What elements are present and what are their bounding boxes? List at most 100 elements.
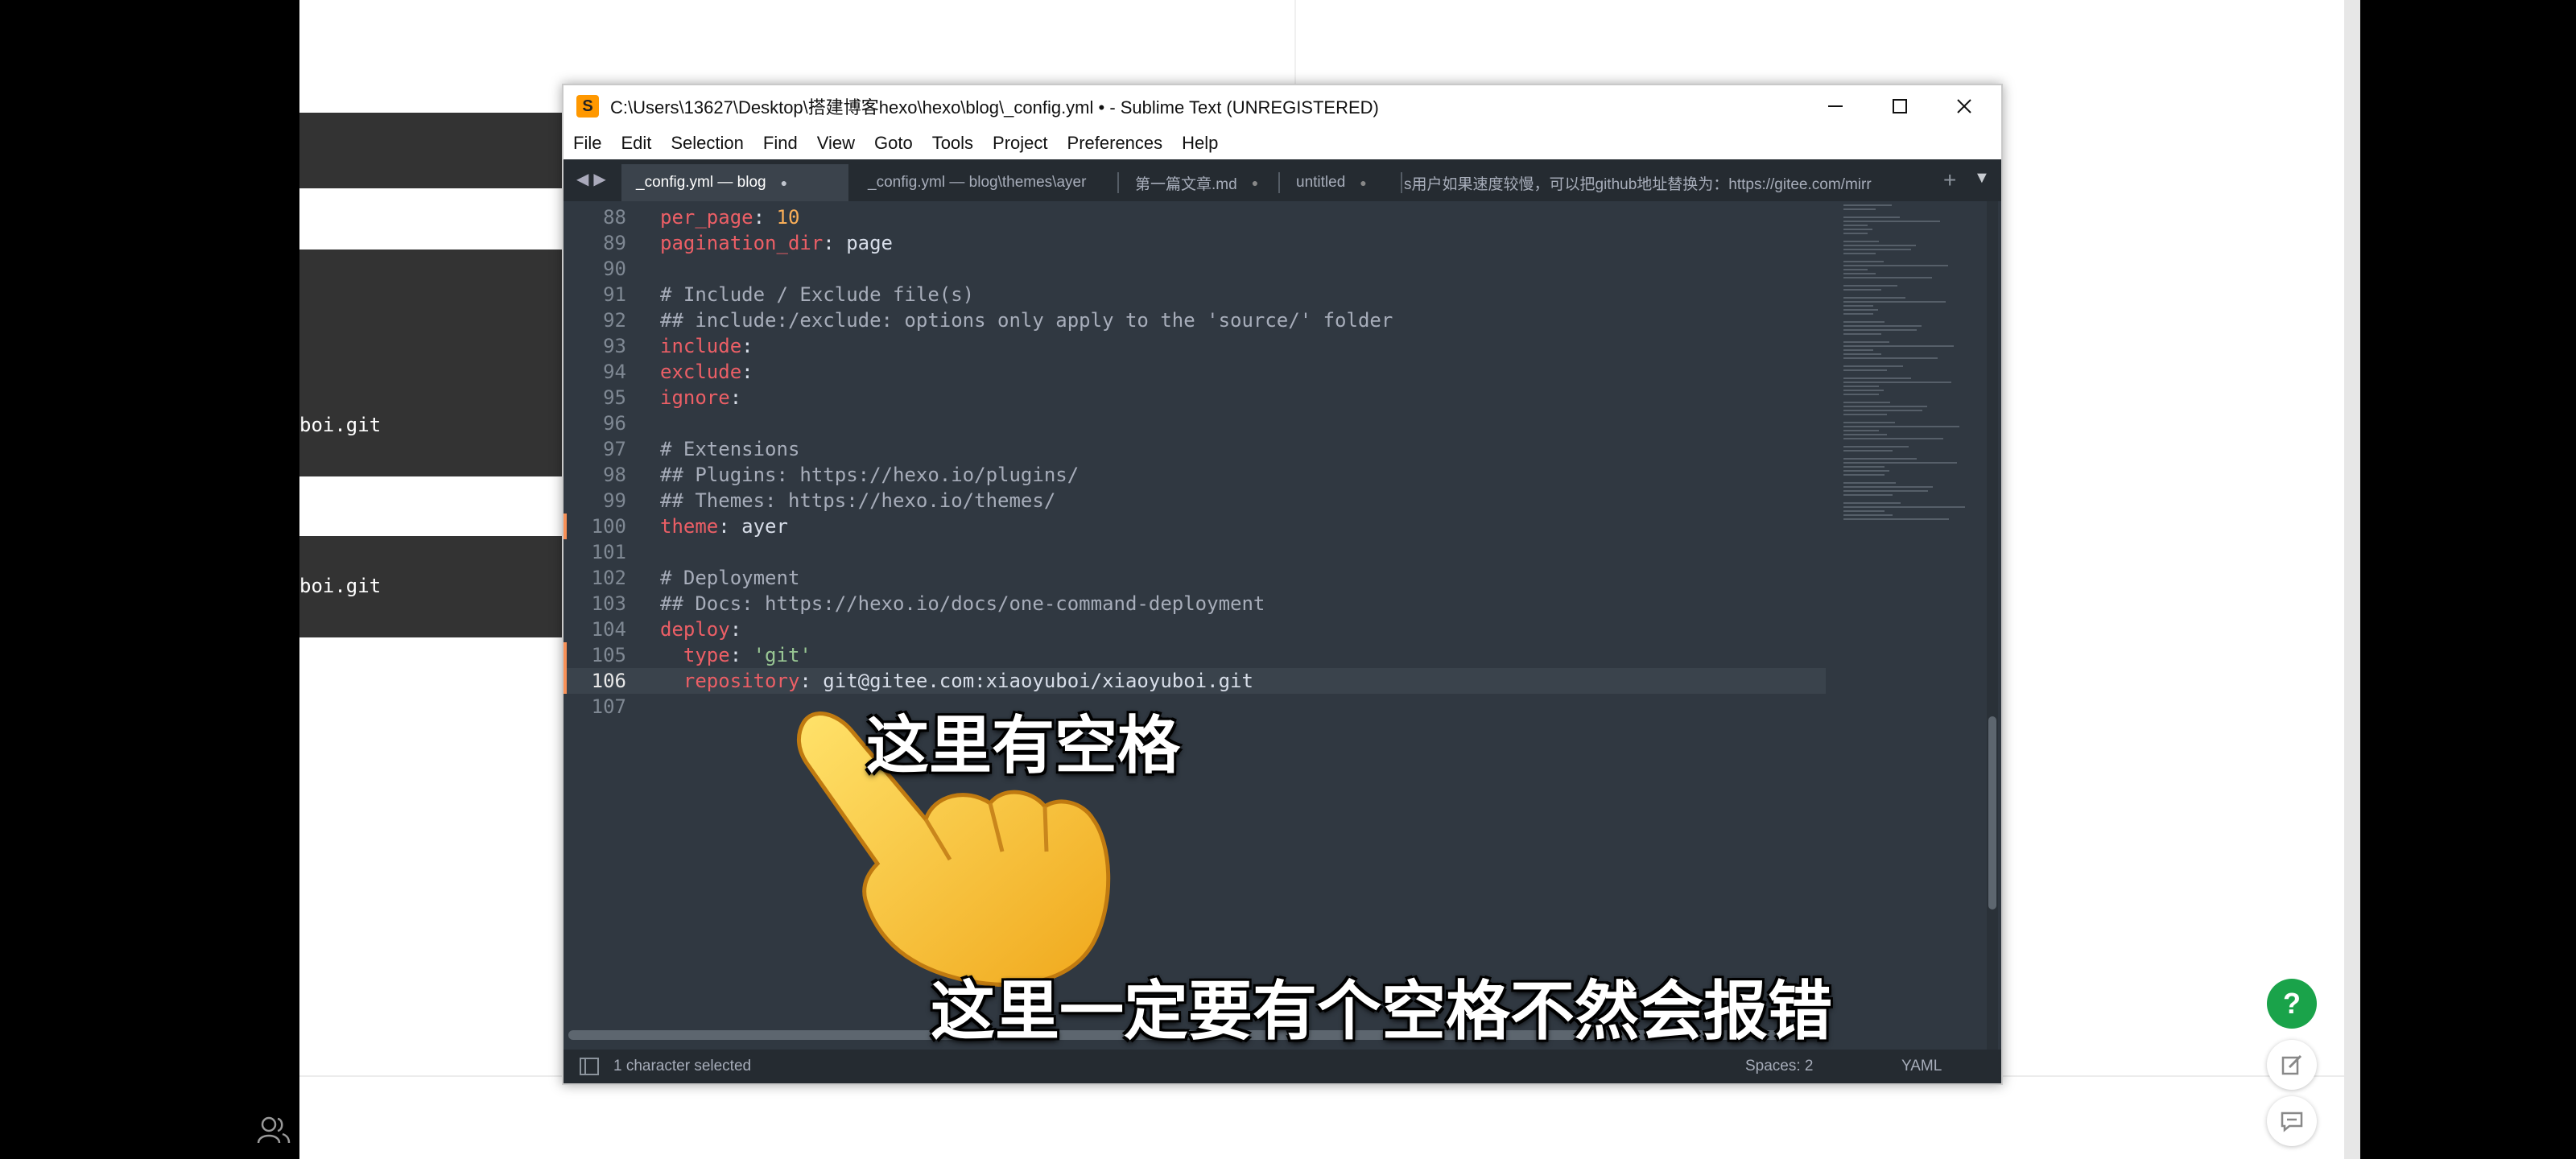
line-number: 93 (603, 335, 626, 357)
dirty-dot-icon[interactable]: ● (1252, 176, 1258, 189)
code-line[interactable]: ignore: (660, 386, 741, 409)
code-line[interactable]: ## Themes: https://hexo.io/themes/ (660, 489, 1055, 512)
minimap-line (1843, 277, 1932, 278)
minimap[interactable] (1840, 201, 1985, 1050)
feedback-button[interactable] (2267, 1040, 2317, 1090)
code-token: : ayer (718, 515, 788, 538)
sublime-window: S C:\Users\13627\Desktop\搭建博客hexo\hexo\b… (562, 84, 2003, 1085)
code-line[interactable]: ## Plugins: https://hexo.io/plugins/ (660, 464, 1079, 486)
code-line[interactable]: # Extensions (660, 438, 799, 460)
annotation-caption: 这里有空格 (866, 710, 1181, 782)
close-button[interactable] (1932, 85, 1996, 127)
tab-untitled[interactable]: untitled ● (1282, 164, 1401, 201)
code-line[interactable]: ## include:/exclude: options only apply … (660, 309, 1393, 332)
new-tab-plus-icon[interactable]: + (1943, 167, 1956, 193)
maximize-button[interactable] (1868, 85, 1932, 127)
minimap-line (1843, 446, 1909, 448)
minimap-line (1843, 426, 1959, 427)
minimap-line (1843, 369, 1887, 371)
minimap-line (1843, 518, 1949, 520)
vertical-scroll-thumb[interactable] (1988, 716, 1996, 909)
help-button[interactable]: ? (2267, 979, 2317, 1029)
minimap-line (1843, 225, 1868, 226)
bg-dark-band (299, 113, 564, 188)
indentation-setting[interactable]: Spaces: 2 (1745, 1058, 1814, 1075)
menu-project[interactable]: Project (993, 133, 1047, 154)
code-line[interactable]: per_page: 10 (660, 206, 799, 229)
menu-preferences[interactable]: Preferences (1067, 133, 1163, 154)
bg-scrollbar[interactable] (2344, 0, 2360, 1159)
sidebar-toggle-icon[interactable] (580, 1058, 599, 1075)
code-line[interactable]: repository: git@gitee.com:xiaoyuboi/xiao… (660, 670, 1253, 692)
minimap-line (1843, 301, 1946, 303)
users-icon[interactable] (256, 1116, 291, 1145)
minimap-line (1843, 325, 1922, 327)
code-line[interactable]: theme: ayer (660, 515, 788, 538)
syntax-selector[interactable]: YAML (1901, 1058, 1942, 1075)
tab-nav-arrows-icon[interactable]: ◀▶ (576, 169, 611, 189)
minimap-line (1843, 382, 1951, 383)
vertical-scrollbar[interactable] (1987, 201, 1998, 1050)
code-token: : page (823, 232, 893, 254)
minimap-line (1843, 349, 1873, 351)
tab-label: _config.yml — blog (636, 174, 766, 191)
tab-config-blog[interactable]: _config.yml — blog ● (621, 164, 848, 201)
code-token: : (753, 206, 777, 229)
menu-file[interactable]: File (573, 133, 601, 154)
minimap-line (1843, 313, 1873, 315)
code-line[interactable]: type: 'git' (660, 644, 811, 666)
minimap-line (1843, 434, 1887, 435)
tab-config-theme[interactable]: _config.yml — blog\themes\ayer (853, 164, 1116, 201)
tab-list-chevron-down-icon[interactable]: ▼ (1974, 169, 1990, 188)
minimap-line (1843, 204, 1892, 206)
minimap-line (1843, 410, 1922, 411)
menu-tools[interactable]: Tools (932, 133, 973, 154)
menu-selection[interactable]: Selection (671, 133, 744, 154)
maximize-icon (1893, 99, 1907, 113)
minimap-line (1843, 510, 1885, 512)
code-editor[interactable]: 88 per_page: 10 89 pagination_dir: page 90 91… (564, 201, 2001, 1050)
code-token: ## include:/exclude: options only apply … (660, 309, 1393, 332)
code-token: include (660, 335, 742, 357)
code-line[interactable]: # Deployment (660, 567, 799, 589)
code-token: : (741, 361, 753, 383)
minimize-button[interactable] (1803, 85, 1868, 127)
dirty-dot-icon[interactable]: ● (1360, 176, 1366, 189)
code-token: theme (660, 515, 719, 538)
menu-help[interactable]: Help (1182, 133, 1218, 154)
line-number: 104 (591, 618, 626, 641)
code-line[interactable]: exclude: (660, 361, 753, 383)
minimap-line (1843, 377, 1911, 379)
minimap-line (1843, 253, 1876, 254)
code-line[interactable]: pagination_dir: page (660, 232, 893, 254)
menu-find[interactable]: Find (763, 133, 798, 154)
code-line[interactable]: ## Docs: https://hexo.io/docs/one-comman… (660, 592, 1265, 615)
minimap-line (1843, 345, 1954, 347)
menu-goto[interactable]: Goto (874, 133, 913, 154)
menu-view[interactable]: View (817, 133, 855, 154)
title-bar[interactable]: S C:\Users\13627\Desktop\搭建博客hexo\hexo\b… (564, 85, 2001, 127)
minimap-line (1843, 289, 1881, 291)
dirty-dot-icon[interactable]: ● (781, 176, 787, 189)
code-line[interactable]: include: (660, 335, 753, 357)
code-line[interactable]: deploy: (660, 618, 741, 641)
minimap-line (1843, 297, 1905, 299)
minimap-line (1843, 217, 1900, 218)
line-number: 99 (603, 489, 626, 512)
code-token: exclude (660, 361, 742, 383)
minimap-line (1843, 406, 1927, 407)
line-number: 100 (591, 515, 626, 538)
menu-edit[interactable]: Edit (621, 133, 651, 154)
tab-first-post[interactable]: 第一篇文章.md ● (1121, 164, 1278, 201)
tab-untitled-note[interactable]: s用户如果速度较慢，可以把github地址替换为：https://gitee.c… (1393, 164, 1895, 201)
code-line[interactable]: # Include / Exclude file(s) (660, 283, 974, 306)
minimap-line (1843, 390, 1884, 391)
minimap-line (1843, 414, 1887, 415)
code-token: ## Docs: https://hexo.io/docs/one-comman… (660, 592, 1265, 615)
selection-status: 1 character selected (613, 1058, 752, 1074)
chat-button[interactable] (2267, 1096, 2317, 1146)
minimap-line (1843, 490, 1928, 492)
close-icon (1957, 99, 1971, 113)
minimap-line (1843, 506, 1965, 508)
